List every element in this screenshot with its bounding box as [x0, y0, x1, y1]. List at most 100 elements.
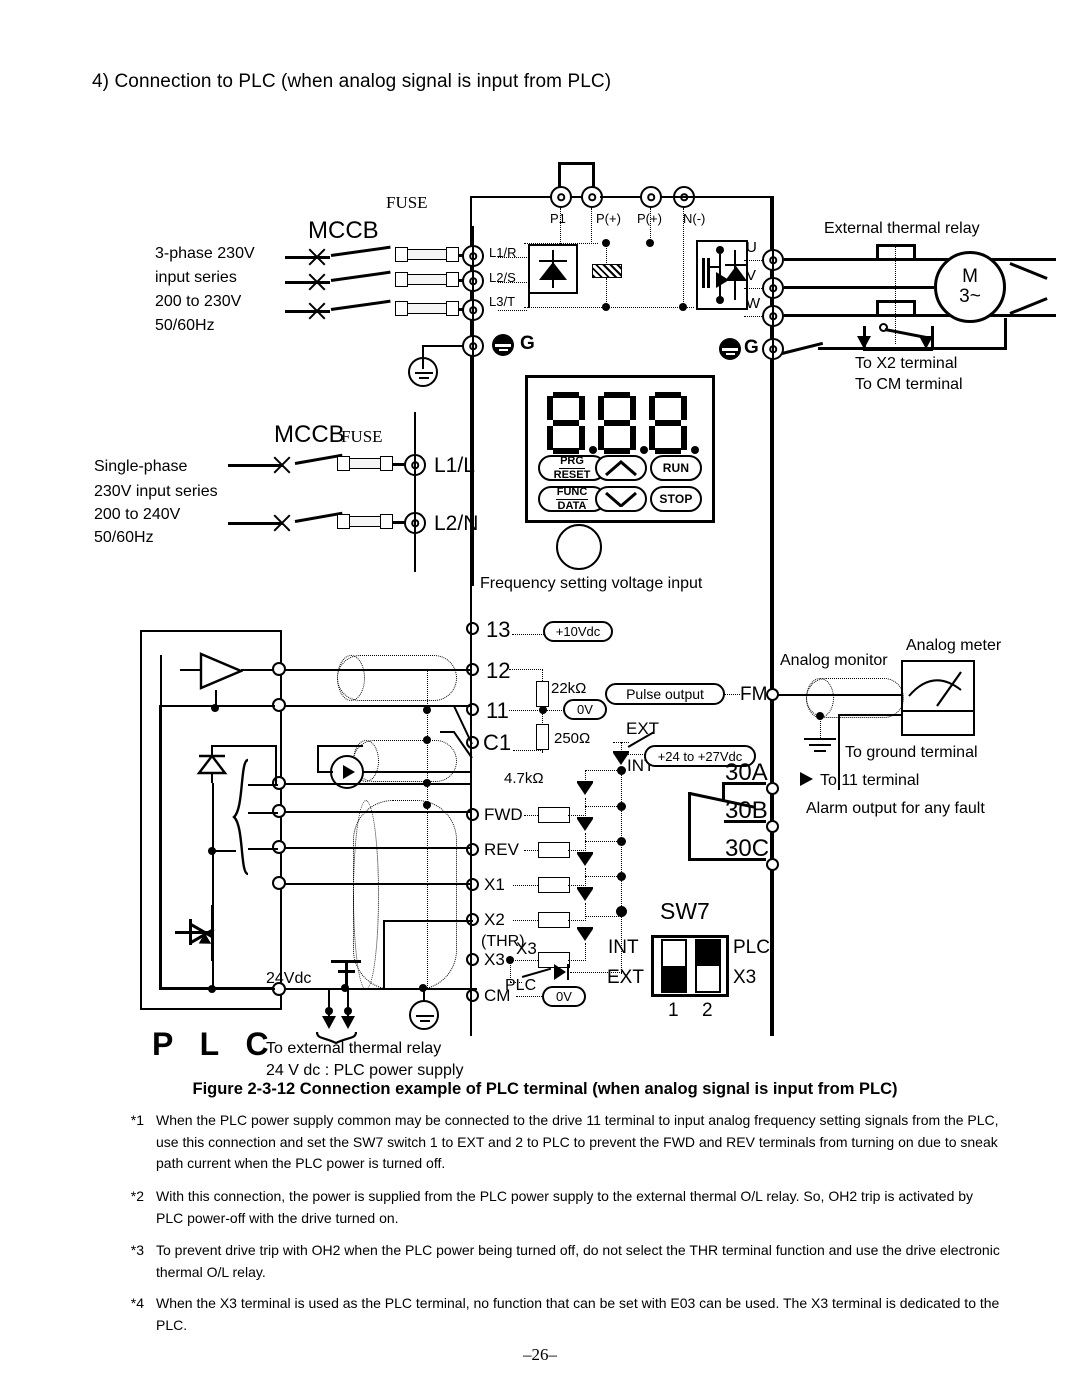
note-4: *4 When the X3 terminal is used as the P…	[110, 1293, 1000, 1336]
terminal-label-x3: X3	[484, 950, 505, 969]
mccb-break-l1	[307, 247, 327, 267]
diode-fwd	[577, 780, 593, 798]
plc-brace-line-1	[248, 784, 278, 786]
wire-plc-cm	[284, 988, 472, 990]
dotline-l2s	[498, 282, 527, 283]
terminal-label-l1r: L1/R	[489, 245, 517, 260]
page-number: –26–	[523, 1345, 557, 1364]
resistor-22k-label: 22kΩ	[551, 680, 587, 697]
chevron-down-icon	[605, 491, 637, 507]
dotline-rect-top	[524, 243, 598, 244]
note-2: *2 With this connection, the power is su…	[110, 1186, 1000, 1229]
single-phase-line-1: Single-phase	[94, 458, 188, 475]
up-key[interactable]	[595, 455, 647, 481]
single-phase-bus	[414, 412, 416, 572]
wire-plc-out1	[284, 783, 472, 785]
dotline-l3t	[498, 310, 527, 311]
plc-zener-top-drop	[275, 745, 277, 785]
terminal-p1[interactable]	[550, 186, 572, 208]
analog-meter-label: Analog meter	[906, 637, 1002, 654]
terminal-x1[interactable]	[466, 878, 479, 891]
terminal-label-fwd: FWD	[484, 805, 523, 824]
igbt-icon	[702, 246, 747, 304]
resistor-x1	[538, 877, 570, 893]
plc-brace-line-2	[248, 812, 278, 814]
external-thermal-relay-label: External thermal relay	[824, 220, 980, 237]
dotline-11	[509, 710, 540, 711]
dotline-rev-up	[585, 833, 586, 851]
terminal-fwd[interactable]	[466, 808, 479, 821]
dotdrop-pplus-1	[591, 208, 592, 244]
terminal-cm[interactable]	[466, 989, 479, 1002]
page-heading: 4) Connection to PLC (when analog signal…	[92, 71, 612, 92]
note-1: *1 When the PLC power supply common may …	[110, 1110, 1000, 1175]
arrow-thermal-2	[341, 1016, 355, 1029]
dotline-rev-bus	[585, 806, 621, 807]
resistor-x2	[538, 912, 570, 928]
dotline-int-up	[621, 742, 622, 752]
run-key[interactable]: RUN	[650, 455, 702, 481]
terminal-label-l2n: L2/N	[434, 512, 479, 535]
wire-u-motor-angle	[1009, 262, 1048, 280]
three-phase-line-2: input series	[155, 269, 237, 286]
sw7-left-bottom-label: EXT	[607, 967, 644, 988]
bubble-pulse-output: Pulse output	[605, 683, 725, 705]
rectifier-diode-icon	[537, 250, 569, 288]
rect-left-drop	[528, 294, 530, 308]
down-key[interactable]	[595, 486, 647, 512]
stop-key[interactable]: STOP	[650, 486, 702, 512]
mccb-label-three-phase: MCCB	[308, 217, 379, 244]
fuse-l3	[395, 301, 459, 317]
keypad-knob[interactable]	[556, 524, 602, 570]
terminal-label-l1l: L1/L	[434, 454, 475, 477]
shield-node-2	[423, 736, 431, 744]
current-source-wire-bot	[317, 771, 333, 773]
dotline-x1-bus	[585, 841, 621, 842]
plc-zener-top	[212, 745, 276, 747]
top-bus-wire-3	[660, 196, 772, 198]
control-terminal-bus	[470, 600, 472, 1020]
seg-digit-3	[649, 392, 699, 454]
wire-plc-out2	[284, 811, 472, 813]
sw7-dip-2[interactable]	[695, 939, 721, 993]
terminal-pplus-2[interactable]	[640, 186, 662, 208]
dotdrop-11	[542, 707, 543, 725]
seg-digit-1	[547, 392, 597, 454]
mccb-break-l1l	[272, 455, 292, 475]
earth-ground-icon-plc	[409, 1000, 439, 1030]
plc-transistor-icon	[175, 905, 237, 965]
terminal-label-x1: X1	[484, 875, 505, 894]
resistor-fwd	[538, 807, 570, 823]
dotline-fm	[724, 694, 740, 695]
alarm-output-note: Alarm output for any fault	[806, 800, 985, 817]
wire-l2n-mccb	[294, 511, 343, 523]
current-source-wire-top	[317, 745, 363, 747]
node-bus-x1	[617, 837, 626, 846]
shield-node-4	[423, 801, 431, 809]
node-bus-x2	[617, 872, 626, 881]
func-key-label: FUNC	[555, 485, 589, 500]
sw7-right-top-label: PLC	[733, 937, 770, 958]
terminal-label-12: 12	[486, 658, 511, 683]
arrow-to-11-terminal	[800, 772, 813, 786]
terminal-rev[interactable]	[466, 843, 479, 856]
sw7-dip-1[interactable]	[661, 939, 687, 993]
note-1-marker: *1	[130, 1112, 144, 1128]
dotline-12	[509, 669, 543, 670]
terminal-x3[interactable]	[466, 953, 479, 966]
dotline-x3-up	[585, 943, 586, 961]
plc-power-supply-note: 24 V dc : PLC power supply	[266, 1062, 464, 1079]
mccb-break-l2n	[272, 513, 292, 533]
dotline-x2-up	[585, 903, 586, 921]
dotline-u	[744, 260, 764, 261]
terminal-13[interactable]	[466, 622, 479, 635]
three-phase-line-1: 3-phase 230V	[155, 245, 255, 262]
note-3: *3 To prevent drive trip with OH2 when t…	[110, 1240, 1000, 1283]
dotline-w	[744, 316, 764, 317]
motor-label-m: M	[962, 266, 978, 288]
fuse-label-three-phase: FUSE	[386, 193, 428, 212]
terminal-label-p1: P1	[550, 211, 566, 226]
single-phase-line-4: 50/60Hz	[94, 529, 154, 546]
to-x2-terminal-label: To X2 terminal	[855, 355, 958, 372]
node-pplus2-top	[646, 239, 654, 247]
